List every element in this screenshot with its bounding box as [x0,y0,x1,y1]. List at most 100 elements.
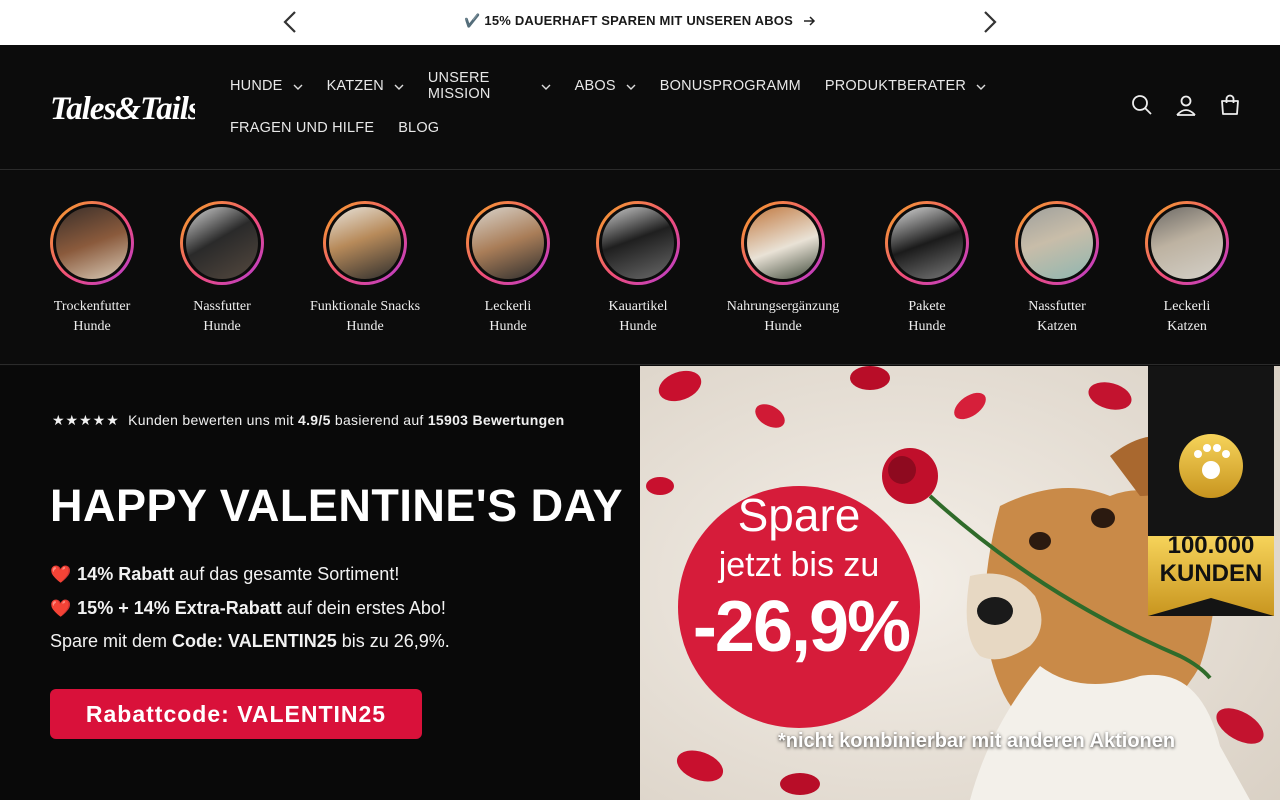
nav-item-abos[interactable]: ABOS [563,67,648,105]
nav-row-1: HUNDE KATZEN UNSERE MISSION ABOS BONUSPR… [218,67,998,105]
nav-item-blog[interactable]: BLOG [386,109,451,147]
announcement-link[interactable]: ✔️ 15% DAUERHAFT SPAREN MIT UNSEREN ABOS [0,13,1280,30]
offer-line-3: Spare mit dem Code: VALENTIN25 bis zu 26… [50,631,450,651]
promo-text-spare: Spare [737,489,861,541]
category-ring [1015,201,1099,285]
nav-item-bonusprogramm[interactable]: BONUSPROGRAMM [648,67,813,105]
announcement-next-button[interactable] [974,6,1006,38]
promo-text-bis-zu: jetzt bis zu [718,546,880,584]
category-nahrungsergaenzung-hunde[interactable]: Nahrungsergänzung Hunde [708,201,858,337]
category-leckerli-katzen[interactable]: Leckerli Katzen [1112,201,1262,337]
category-image [888,204,966,282]
logo-text: Tales&Tails [50,91,195,127]
category-image [744,204,822,282]
nav-label: UNSERE MISSION [427,70,491,102]
nav-item-produktberater[interactable]: PRODUKTBERATER [813,67,998,105]
category-nassfutter-hunde[interactable]: Nassfutter Hunde [147,201,297,337]
hero-image[interactable]: Spare jetzt bis zu -26,9% 100.000 KUNDEN… [640,366,1280,800]
category-image [1018,204,1096,282]
account-icon [1176,95,1196,116]
category-label: Nahrungsergänzung Hunde [726,299,840,334]
category-label: Nassfutter Katzen [1028,299,1086,334]
chevron-down-icon [626,78,636,94]
heart-icon: ❤️ [50,598,72,618]
category-label: Leckerli Katzen [1163,299,1211,334]
arrow-right-icon [803,15,816,30]
search-icon [1132,95,1152,115]
category-label: Trockenfutter Hunde [53,299,131,334]
nav-label: ABOS [574,78,616,94]
chevron-down-icon [976,78,986,94]
rating-stars: ★★★★★ [52,412,120,428]
nav-item-unsere-mission[interactable]: UNSERE MISSION [416,67,563,105]
category-label: Leckerli Hunde [484,299,532,334]
nav-row-2: FRAGEN UND HILFE BLOG [218,109,998,147]
category-label: Nassfutter Hunde [193,299,251,334]
hero-section: ★★★★★ Kunden bewerten uns mit 4.9/5 basi… [0,366,1280,800]
logo[interactable]: Tales&Tails [50,87,201,129]
category-ring [50,201,134,285]
account-button[interactable] [1174,93,1198,117]
category-pakete-hunde[interactable]: Pakete Hunde [852,201,1002,337]
category-image [53,204,131,282]
nav-label: BONUSPROGRAMM [659,78,801,94]
rating-summary: ★★★★★ Kunden bewerten uns mit 4.9/5 basi… [52,412,564,429]
cart-button[interactable] [1218,93,1242,117]
cart-icon [1221,94,1239,115]
nav-label: HUNDE [230,78,283,94]
category-ring [180,201,264,285]
category-ring [323,201,407,285]
chevron-down-icon [541,78,551,94]
offer-line-2: ❤️ 15% + 14% Extra-Rabatt auf dein erstes… [50,597,446,618]
promo-disclaimer: *nicht kombinierbar mit anderen Aktionen [778,730,1176,752]
category-image [183,204,261,282]
header-tools [1130,93,1242,117]
offer-line-1: ❤️ 14% Rabatt auf das gesamte Sortiment! [50,564,400,584]
category-label: Pakete Hunde [908,299,946,334]
category-image [326,204,404,282]
category-ring [885,201,969,285]
badge-label: KUNDEN [1159,560,1263,587]
category-strip: Trockenfutter Hunde Nassfutter Hunde Funkt… [0,171,1280,365]
category-nassfutter-katzen[interactable]: Nassfutter Katzen [982,201,1132,337]
hero-content: ★★★★★ Kunden bewerten uns mit 4.9/5 basi… [50,366,640,800]
category-image [1148,204,1226,282]
category-label: Kauartikel Hunde [608,299,668,334]
hero-offers: ❤️ 14% Rabatt auf das gesamte Sortiment! … [50,558,450,658]
heart-icon: ❤️ [50,565,72,584]
nav-item-katzen[interactable]: KATZEN [315,67,416,105]
category-label: Funktionale Snacks Hunde [309,299,421,334]
chevron-right-icon [984,11,997,33]
promo-text-percent: -26,9% [692,587,911,667]
category-ring [466,201,550,285]
nav-item-fragen-und-hilfe[interactable]: FRAGEN UND HILFE [218,109,386,147]
rating-middle: basierend auf [334,412,424,428]
category-image [599,204,677,282]
category-funktionale-snacks-hunde[interactable]: Funktionale Snacks Hunde [290,201,440,337]
nav-label: KATZEN [326,78,384,94]
main-navigation: HUNDE KATZEN UNSERE MISSION ABOS BONUSPR… [218,67,998,151]
nav-label: FRAGEN UND HILFE [230,120,375,136]
category-ring [596,201,680,285]
discount-code-button[interactable]: Rabattcode: VALENTIN25 [50,689,422,739]
category-leckerli-hunde[interactable]: Leckerli Hunde [433,201,583,337]
nav-label: PRODUKTBERATER [824,78,966,94]
customer-badge: 100.000 KUNDEN [1148,532,1274,588]
rating-prefix: Kunden bewerten uns mit [128,412,294,428]
category-kauartikel-hunde[interactable]: Kauartikel Hunde [563,201,713,337]
search-button[interactable] [1130,93,1154,117]
category-trockenfutter-hunde[interactable]: Trockenfutter Hunde [17,201,167,337]
category-ring [741,201,825,285]
hero-title: HAPPY VALENTINE'S DAY [50,480,623,531]
announcement-bar: ✔️ 15% DAUERHAFT SPAREN MIT UNSEREN ABOS [0,0,1280,45]
announcement-text: ✔️ 15% DAUERHAFT SPAREN MIT UNSEREN ABOS [464,13,793,28]
category-image [469,204,547,282]
chevron-down-icon [293,78,303,94]
badge-number: 100.000 [1167,532,1255,559]
category-ring [1145,201,1229,285]
rating-score: 4.9/5 [298,412,331,428]
site-header: Tales&Tails HUNDE KATZEN UNSERE MISSION … [0,45,1280,170]
nav-label: BLOG [398,120,440,136]
nav-item-hunde[interactable]: HUNDE [218,67,315,105]
chevron-down-icon [394,78,404,94]
